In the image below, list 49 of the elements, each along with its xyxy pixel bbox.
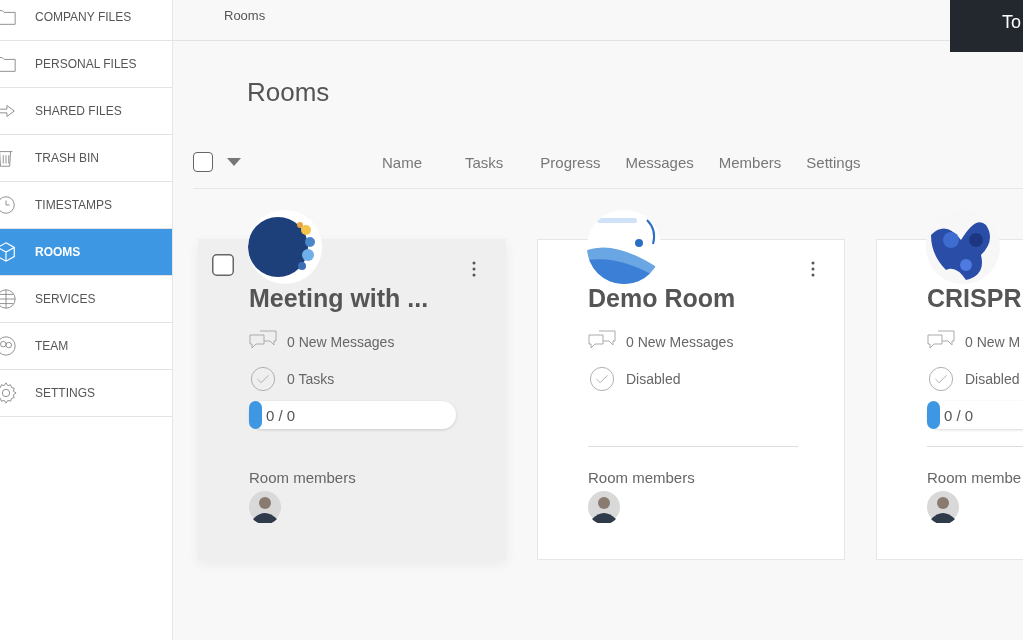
members-label: Room members [249, 469, 357, 486]
sort-column-header[interactable]: Messages [625, 153, 694, 171]
select-all-checkbox[interactable] [193, 152, 213, 172]
team-icon [0, 335, 17, 357]
sidebar-item[interactable]: COMPANY FILES [0, 0, 172, 41]
members-label: Room members [588, 469, 696, 486]
members-label: Room membe [927, 469, 1023, 486]
room-name[interactable]: CRISPR [927, 284, 1023, 313]
sidebar-item[interactable]: SETTINGS [0, 370, 172, 417]
sidebar-item[interactable]: SERVICES [0, 276, 172, 323]
sort-column-header[interactable]: Progress [540, 153, 601, 171]
room-card[interactable]: Meeting with ... 0 New Messages 0 Tasks 0 / 0 Room members [198, 239, 506, 560]
check-circle-icon [927, 365, 955, 392]
messages-count: 0 New Messages [287, 333, 395, 350]
sort-column-header[interactable]: Members [718, 153, 782, 171]
messages-count: 0 New Messages [626, 333, 734, 350]
room-card[interactable]: CRISPR 0 New M Disabled 0 / 0 Room membe [876, 239, 1023, 560]
check-circle-icon [588, 365, 616, 392]
sort-column-header[interactable]: Name [382, 153, 422, 171]
page-title: Rooms [247, 77, 331, 108]
sidebar-item[interactable]: PERSONAL FILES [0, 41, 172, 88]
avatar [249, 491, 281, 523]
check-circle-icon [249, 365, 277, 392]
more-options-icon[interactable] [811, 261, 815, 277]
tasks-count: Disabled [965, 370, 1020, 387]
progress-label: 0 / 0 [266, 406, 296, 424]
sort-column-header[interactable]: Tasks [465, 153, 504, 171]
avatar [927, 491, 959, 523]
room-name[interactable]: Demo Room [588, 284, 794, 313]
avatar [588, 491, 620, 523]
messages-count: 0 New M [965, 333, 1021, 350]
progress-label: 0 / 0 [944, 406, 974, 424]
room-name[interactable]: Meeting with ... [249, 284, 455, 313]
top-button[interactable]: To [950, 0, 1023, 52]
gear-icon [0, 382, 17, 404]
room-card[interactable]: Demo Room 0 New Messages Disabled Room members [537, 239, 845, 560]
sort-column-header[interactable]: Settings [806, 153, 861, 171]
tasks-count: 0 Tasks [287, 370, 335, 387]
sidebar-item[interactable]: TEAM [0, 323, 172, 370]
sidebar-item[interactable]: TRASH BIN [0, 135, 172, 182]
caret-icon[interactable] [227, 158, 241, 166]
sidebar-item[interactable]: SHARED FILES [0, 88, 172, 135]
more-options-icon[interactable] [472, 261, 476, 277]
tasks-count: Disabled [626, 370, 681, 387]
room-checkbox[interactable] [212, 254, 234, 276]
globe-icon [0, 288, 17, 310]
breadcrumb[interactable]: Rooms [224, 8, 266, 23]
cube-icon [0, 241, 17, 263]
clock-icon [0, 194, 17, 216]
